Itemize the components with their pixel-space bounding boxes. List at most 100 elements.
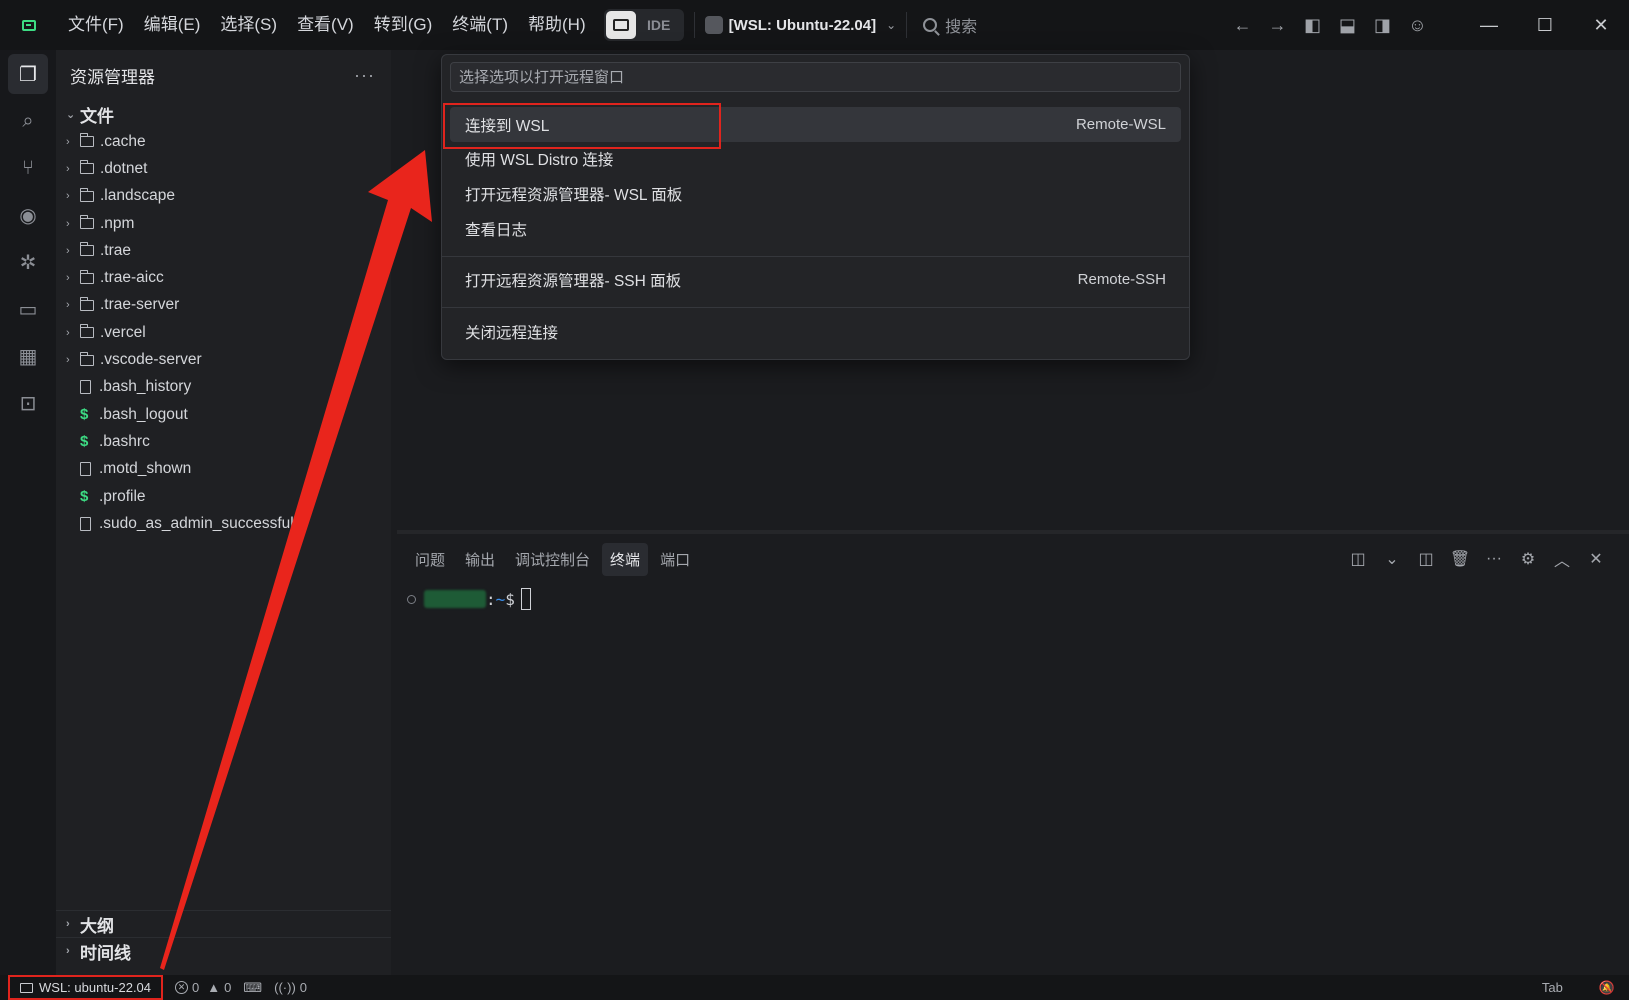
preview-eye-icon[interactable]: ◉ — [0, 192, 56, 239]
tree-item-folder[interactable]: › .trae-server — [56, 292, 391, 319]
chevron-down-icon[interactable]: ⌄ — [1379, 546, 1405, 572]
terminal-path: ~ — [495, 589, 506, 609]
menu-selection[interactable]: 选择(S) — [210, 0, 287, 50]
back-arrow-icon[interactable]: ← — [1225, 0, 1260, 50]
forward-arrow-icon[interactable]: → — [1260, 0, 1295, 50]
keyboard-status[interactable]: ⌨ — [243, 980, 262, 996]
maximize-icon[interactable]: ☐ — [1517, 0, 1573, 50]
timeline-section[interactable]: › 时间线 — [56, 937, 391, 964]
tree-item-folder[interactable]: › .dotnet — [56, 155, 391, 182]
ports-count: 0 — [299, 980, 308, 995]
maximize-panel-icon[interactable]: ︿ — [1549, 546, 1575, 572]
tree-root-files[interactable]: ⌄ 文件 — [56, 100, 391, 128]
bell-muted-icon[interactable]: 🔕 — [1599, 980, 1615, 996]
new-terminal-layout-icon[interactable]: ◫ — [1345, 546, 1371, 572]
command-search[interactable]: 搜索 — [923, 13, 977, 37]
tree-item-file[interactable]: .bash_history — [56, 374, 391, 401]
tree-item-label: .trae — [100, 241, 132, 259]
tree-item-folder[interactable]: › .cache — [56, 128, 391, 155]
ports-status[interactable]: ((·)) 0 — [274, 980, 307, 995]
close-icon[interactable]: ✕ — [1573, 0, 1629, 50]
warning-icon: ▲ — [207, 980, 221, 995]
sidebar-title: 资源管理器 — [70, 67, 155, 87]
tab-problems[interactable]: 问题 — [407, 543, 453, 576]
tree-item-folder[interactable]: › .trae-aicc — [56, 264, 391, 291]
tree-item-folder[interactable]: › .landscape — [56, 183, 391, 210]
minimize-icon[interactable]: — — [1461, 0, 1517, 50]
close-panel-icon[interactable]: ✕ — [1583, 546, 1609, 572]
chevron-right-icon: › — [66, 299, 70, 312]
search-view-icon[interactable]: ⌕ — [0, 98, 56, 145]
remote-label: WSL: ubuntu-22.04 — [39, 980, 152, 995]
activity-bar: ❐ ⌕ ⑂ ◉ ✲ ▭ ▦ ⊡ — [0, 50, 56, 975]
menu-view[interactable]: 查看(V) — [287, 0, 364, 50]
folder-icon — [79, 160, 94, 175]
settings-sliders-icon[interactable]: ⚙ — [1515, 546, 1541, 572]
outline-label: 大纲 — [80, 916, 114, 936]
toggle-panel-icon[interactable]: ⬓ — [1330, 0, 1365, 50]
tab-debug-console[interactable]: 调试控制台 — [507, 543, 598, 576]
toggle-secondary-sidebar-icon[interactable]: ◨ — [1365, 0, 1400, 50]
remote-indicator[interactable]: WSL: ubuntu-22.04 — [8, 975, 164, 1000]
menu-go[interactable]: 转到(G) — [364, 0, 443, 50]
chevron-right-icon: › — [66, 244, 70, 257]
folder-icon — [79, 351, 94, 366]
chevron-down-icon: ⌄ — [66, 108, 76, 121]
explorer-icon[interactable]: ❐ — [8, 54, 48, 94]
solo-mode-icon[interactable] — [605, 11, 636, 39]
tree-item-file[interactable]: .sudo_as_admin_successful — [56, 510, 391, 537]
split-terminal-icon[interactable]: ◫ — [1413, 546, 1439, 572]
tree-item-shell[interactable]: $ .bashrc — [56, 428, 391, 455]
outline-section[interactable]: › 大纲 — [56, 910, 391, 937]
tree-item-file[interactable]: .motd_shown — [56, 456, 391, 483]
tab-ports[interactable]: 端口 — [652, 543, 698, 576]
ide-mode-label[interactable]: IDE — [636, 17, 682, 33]
more-actions-icon[interactable]: ··· — [354, 65, 375, 86]
menu-file[interactable]: 文件(F) — [58, 0, 134, 50]
tree-item-label: .vercel — [100, 323, 146, 341]
tree-item-shell[interactable]: $ .profile — [56, 483, 391, 510]
keyboard-icon: ⌨ — [243, 979, 263, 995]
quick-pick-item-ssh-panel[interactable]: 打开远程资源管理器- SSH 面板 Remote-SSH — [450, 262, 1181, 297]
chevron-right-icon: › — [66, 945, 70, 957]
tree-item-folder[interactable]: › .npm — [56, 210, 391, 237]
source-control-icon[interactable]: ⑂ — [0, 145, 56, 192]
folder-icon — [79, 133, 94, 148]
toggle-sidebar-icon[interactable]: ◧ — [1295, 0, 1330, 50]
quick-pick-input[interactable] — [450, 62, 1181, 92]
tab-terminal[interactable]: 终端 — [602, 542, 649, 576]
tree-item-shell[interactable]: $ .bash_logout — [56, 401, 391, 428]
terminal-prompt[interactable]: : ~ $ — [407, 588, 531, 610]
tree-item-folder[interactable]: › .trae — [56, 237, 391, 264]
trash-icon[interactable]: 🗑 — [1447, 546, 1473, 572]
chevron-right-icon: › — [66, 217, 70, 230]
menu-terminal[interactable]: 终端(T) — [442, 0, 518, 50]
menu-help[interactable]: 帮助(H) — [518, 0, 596, 50]
broadcast-icon: ((·)) — [274, 980, 296, 995]
tab-output[interactable]: 输出 — [457, 543, 503, 576]
menu-edit[interactable]: 编辑(E) — [134, 0, 211, 50]
remote-display-icon[interactable]: ▭ — [0, 286, 56, 333]
project-switcher[interactable]: [WSL: Ubuntu-22.04] ⌄ — [704, 0, 897, 50]
chevron-down-icon: ⌄ — [886, 18, 897, 32]
extensions-icon[interactable]: ▦ — [0, 333, 56, 380]
file-tree: › .cache › .dotnet › .landscape › .npm › .trae › .t… — [56, 128, 391, 537]
chevron-right-icon: › — [66, 354, 70, 367]
search-placeholder: 搜索 — [945, 19, 978, 36]
debug-bug-icon[interactable]: ✲ — [0, 239, 56, 286]
file-icon — [80, 462, 91, 477]
more-icon[interactable]: ··· — [1481, 546, 1507, 572]
tree-item-folder[interactable]: › .vercel — [56, 319, 391, 346]
quick-pick-item-wsl-panel[interactable]: 打开远程资源管理器- WSL 面板 — [450, 176, 1181, 211]
account-icon[interactable]: ☺ — [1400, 0, 1435, 50]
mode-toggle[interactable]: IDE — [603, 9, 684, 41]
remote-explorer-icon[interactable]: ⊡ — [0, 380, 56, 427]
quick-pick-separator — [442, 307, 1189, 308]
tab-mode-label[interactable]: Tab — [1542, 980, 1563, 995]
quick-pick-item-close-remote[interactable]: 关闭远程连接 — [450, 314, 1181, 349]
shell-script-icon: $ — [80, 488, 89, 505]
chevron-right-icon: › — [66, 326, 70, 339]
problems-count[interactable]: ✕ 0 ▲ 0 — [175, 980, 231, 995]
quick-pick-item-view-log[interactable]: 查看日志 — [450, 211, 1181, 246]
tree-item-folder[interactable]: › .vscode-server — [56, 346, 391, 373]
